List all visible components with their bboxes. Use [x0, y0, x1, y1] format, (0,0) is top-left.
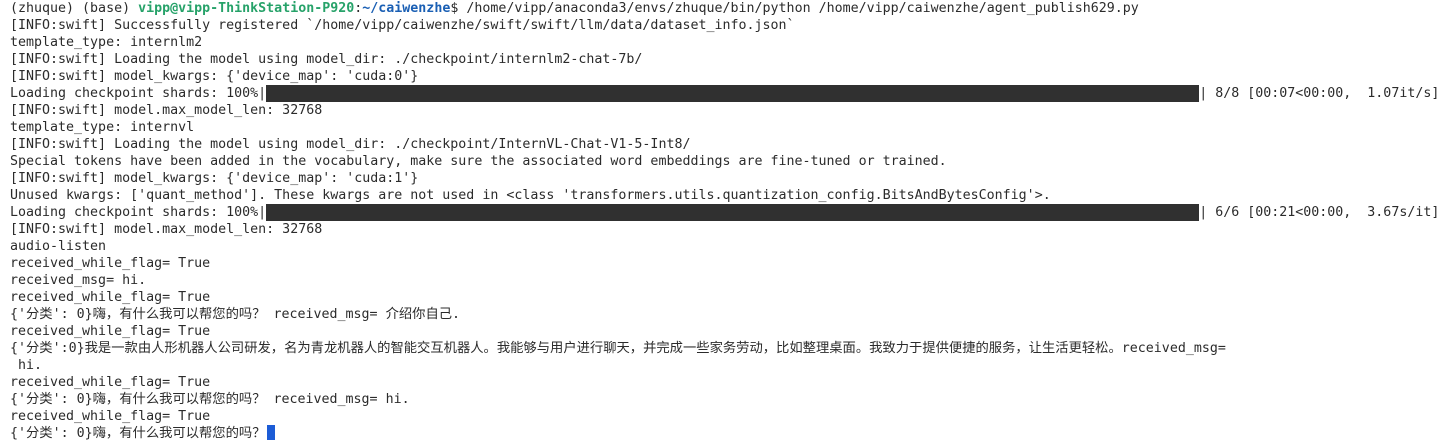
progress-prefix: Loading checkpoint shards: 100%|	[10, 86, 267, 101]
output-line: audio-listen	[10, 239, 107, 254]
output-line: template_type: internvl	[10, 120, 195, 135]
progress-prefix: Loading checkpoint shards: 100%|	[10, 205, 267, 220]
output-line: [INFO:swift] model.max_model_len: 32768	[10, 222, 323, 237]
prompt-line: (zhuque) (base) vipp@vipp-ThinkStation-P…	[10, 0, 1444, 17]
output-line: [INFO:swift] Loading the model using mod…	[10, 52, 643, 67]
output-line: received_while_flag= True	[10, 290, 211, 305]
progress-suffix: | 8/8 [00:07<00:00, 1.07it/s]	[1199, 86, 1440, 101]
output-line: received_while_flag= True	[10, 324, 211, 339]
output-line: {'分类': 0}嗨，有什么我可以帮您的吗？ received_msg= 介绍你…	[10, 307, 461, 322]
output-line: template_type: internlm2	[10, 35, 203, 50]
output-line: received_while_flag= True	[10, 375, 211, 390]
progress-line-1: Loading checkpoint shards: 100%| | 8/8 [0…	[10, 85, 1444, 102]
output-line: received_msg= hi.	[10, 273, 147, 288]
progress-bar	[266, 85, 1200, 102]
output-line: [INFO:swift] Loading the model using mod…	[10, 137, 691, 152]
output-line: received_while_flag= True	[10, 256, 211, 271]
output-text: {'分类': 0}嗨，有什么我可以帮您的吗？	[10, 426, 266, 441]
output-line: [INFO:swift] Successfully registered `/h…	[10, 18, 795, 33]
output-line: received_while_flag= True	[10, 409, 211, 424]
output-line: [INFO:swift] model_kwargs: {'device_map'…	[10, 171, 419, 186]
progress-line-2: Loading checkpoint shards: 100%| | 6/6 [0…	[10, 204, 1444, 221]
terminal-window[interactable]: (zhuque) (base) vipp@vipp-ThinkStation-P…	[0, 0, 1454, 447]
text-cursor	[266, 425, 275, 440]
current-line: {'分类': 0}嗨，有什么我可以帮您的吗？	[10, 425, 1444, 442]
prompt-user-host: vipp@vipp-ThinkStation-P920	[138, 1, 355, 16]
output-line: Unused kwargs: ['quant_method']. These k…	[10, 188, 1051, 203]
output-line: [INFO:swift] model.max_model_len: 32768	[10, 103, 323, 118]
progress-bar	[266, 204, 1200, 221]
output-line: {'分类': 0}嗨，有什么我可以帮您的吗？ received_msg= hi.	[10, 392, 410, 407]
prompt-path: ~/caiwenzhe	[362, 1, 451, 16]
output-line: {'分类':0}我是一款由人形机器人公司研发，名为青龙机器人的智能交互机器人。我…	[10, 341, 1226, 356]
output-line: Special tokens have been added in the vo…	[10, 154, 947, 169]
output-line: hi.	[10, 358, 43, 373]
prompt-env: (zhuque) (base)	[10, 1, 139, 16]
output-line: [INFO:swift] model_kwargs: {'device_map'…	[10, 69, 419, 84]
prompt-command: /home/vipp/anaconda3/envs/zhuque/bin/pyt…	[466, 1, 1139, 16]
prompt-suffix: $	[450, 1, 467, 16]
progress-suffix: | 6/6 [00:21<00:00, 3.67s/it]	[1199, 205, 1440, 220]
